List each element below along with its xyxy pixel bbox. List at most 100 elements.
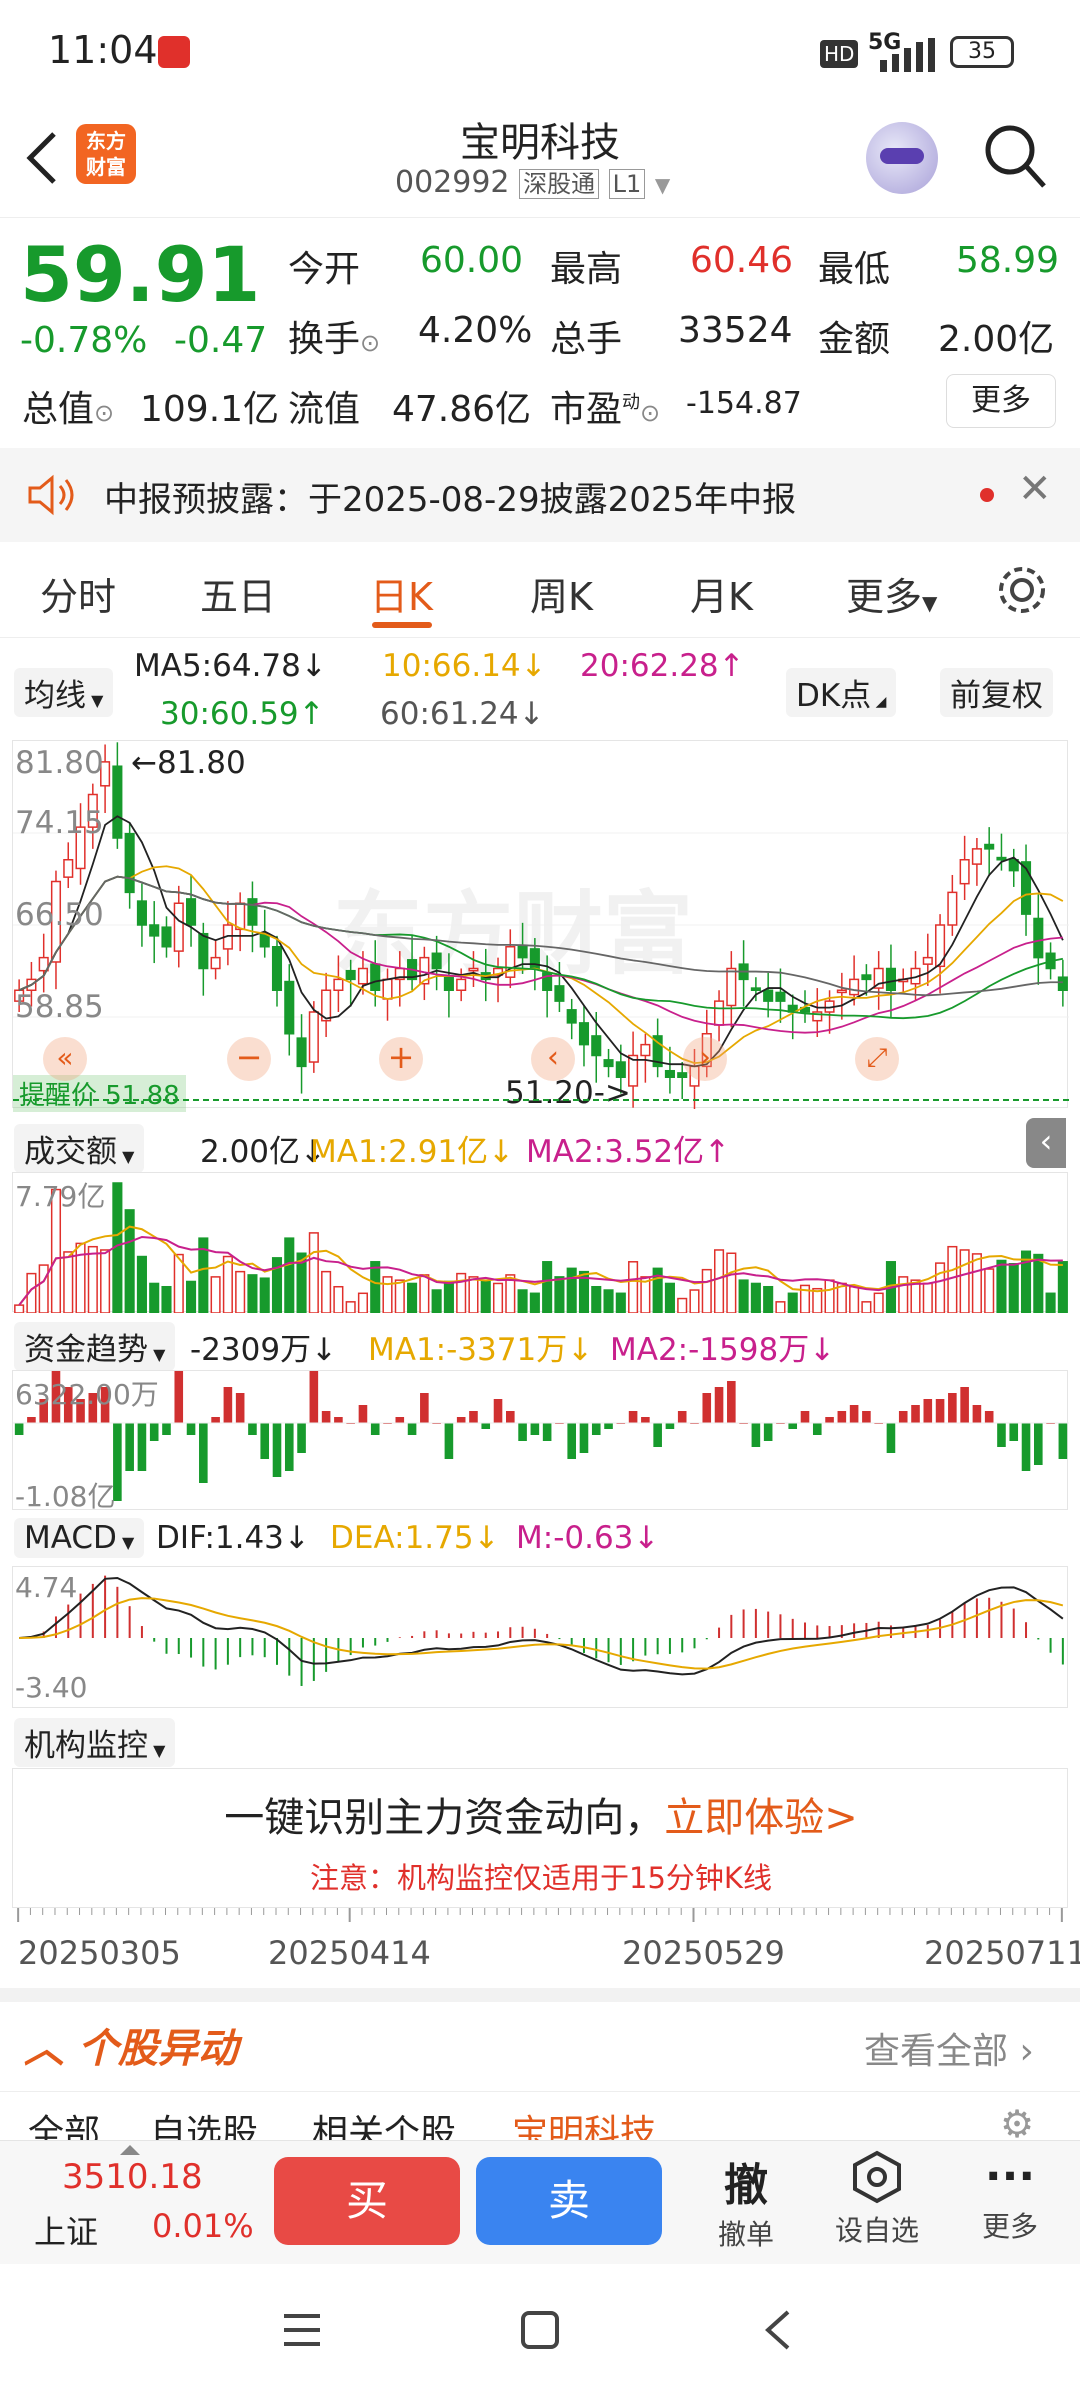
fund-ma1: MA1:-3371万↓ xyxy=(368,1332,594,1368)
volume-bar xyxy=(235,1270,246,1313)
close-icon[interactable]: ✕ xyxy=(1018,466,1052,512)
candle-body xyxy=(296,1037,307,1068)
fullscreen-icon[interactable]: ⤢ xyxy=(855,1037,899,1081)
macd-selector-label: MACD xyxy=(24,1520,117,1556)
candle-body xyxy=(382,978,393,1000)
kline-chart[interactable]: 东方财富 81.80 74.15 66.50 58.85 ←81.80 51.2… xyxy=(12,740,1069,1112)
candle-body xyxy=(677,1072,688,1078)
low-value: 58.99 xyxy=(956,240,1060,281)
tab-monthly[interactable]: 月K xyxy=(690,566,753,621)
robot-assistant-icon[interactable] xyxy=(866,122,938,194)
movers-title-text: 个股异动 xyxy=(77,2026,238,2072)
indicator-selector[interactable]: 均线 ▼ xyxy=(14,668,114,717)
mktcap-label[interactable]: 总值⊙ xyxy=(22,380,114,432)
fund-bar xyxy=(763,1423,773,1441)
movers-tab-all[interactable]: 全部 xyxy=(28,2104,100,2140)
tab-five-day[interactable]: 五日 xyxy=(200,566,276,621)
institution-selector[interactable]: 机构监控 ▼ xyxy=(14,1718,176,1767)
sell-button[interactable]: 卖 xyxy=(476,2157,662,2245)
fund-bar xyxy=(923,1399,933,1423)
fund-ma2: MA2:-1598万↓ xyxy=(610,1332,836,1368)
expand-caret-icon[interactable] xyxy=(120,2145,140,2155)
volume-bar xyxy=(308,1232,319,1313)
notice-bar[interactable]: 中报预披露：于2025-08-29披露2025年中报 ✕ xyxy=(0,448,1080,542)
volume-chart[interactable]: 7.79亿 xyxy=(12,1172,1068,1313)
more-button[interactable]: ··· 更多 xyxy=(960,2149,1060,2245)
fund-selector[interactable]: 资金趋势 ▼ xyxy=(14,1322,176,1371)
scroll-left-icon[interactable]: ‹ xyxy=(531,1037,575,1081)
add-watchlist-button[interactable]: 设自选 xyxy=(822,2149,932,2249)
caret-down-icon: ▼ xyxy=(116,1533,135,1552)
volume-bar xyxy=(100,1249,111,1313)
scroll-left-fast-icon[interactable]: « xyxy=(43,1037,87,1081)
collapse-panel-button[interactable]: ‹ xyxy=(1026,1118,1066,1168)
home-icon[interactable] xyxy=(520,2310,560,2350)
adjust-button[interactable]: 前复权 xyxy=(940,668,1053,717)
fund-bar xyxy=(137,1423,147,1471)
candle-body xyxy=(959,859,970,885)
candle-body xyxy=(554,985,565,1002)
fund-bar xyxy=(125,1423,134,1471)
buy-button[interactable]: 买 xyxy=(274,2157,460,2245)
period-tabs: 分时 五日 日K 周K 月K 更多▼ xyxy=(0,542,1080,638)
alert-price-label[interactable]: 提醒价 51.88 xyxy=(13,1075,186,1112)
index-value[interactable]: 3510.18 xyxy=(62,2157,203,2197)
zoom-in-icon[interactable]: + xyxy=(379,1037,423,1081)
settings-icon[interactable]: ⚙ xyxy=(1000,2102,1034,2140)
candle-body xyxy=(431,952,442,970)
stock-code-row[interactable]: 002992 深股通 L1 ▼ xyxy=(395,164,670,200)
open-label: 今开 xyxy=(288,249,361,290)
cancel-order-button[interactable]: 撤 撤单 xyxy=(700,2149,792,2253)
candle-body xyxy=(443,976,454,991)
menu-icon[interactable] xyxy=(282,2310,322,2350)
volume-bar xyxy=(517,1289,528,1313)
volume-bar xyxy=(419,1274,430,1313)
fund-bar xyxy=(481,1423,491,1429)
turnover-label[interactable]: 换手⊙ xyxy=(288,310,380,362)
macd-selector[interactable]: MACD ▼ xyxy=(14,1518,145,1558)
volume-bar xyxy=(38,1264,49,1313)
fund-bar xyxy=(395,1417,405,1423)
fund-bar xyxy=(370,1423,380,1435)
volume-selector[interactable]: 成交额 ▼ xyxy=(14,1124,145,1173)
fund-bar xyxy=(812,1423,822,1435)
fund-bar xyxy=(604,1423,613,1429)
tab-more[interactable]: 更多▼ xyxy=(846,566,937,621)
search-icon[interactable] xyxy=(982,122,1048,192)
volume-bar xyxy=(996,1259,1007,1313)
fund-chart[interactable]: 6322.00万 -1.08亿 xyxy=(12,1370,1069,1513)
volume-bar xyxy=(1008,1263,1019,1313)
volume-bar xyxy=(603,1289,614,1313)
dk-point-button[interactable]: DK点 ◢ xyxy=(786,668,897,717)
info-icon: ⊙ xyxy=(94,399,115,427)
fund-bar xyxy=(960,1387,969,1423)
tab-weekly[interactable]: 周K xyxy=(530,566,593,621)
tab-intraday[interactable]: 分时 xyxy=(40,566,116,621)
zoom-out-icon[interactable]: − xyxy=(227,1037,271,1081)
fund-bar xyxy=(1034,1423,1043,1465)
volume-bar xyxy=(185,1280,197,1313)
view-all-link[interactable]: 查看全部 › xyxy=(864,2022,1034,2074)
macd-chart[interactable]: 4.74 -3.40 xyxy=(12,1566,1068,1708)
movers-tab-related[interactable]: 相关个股 xyxy=(312,2104,456,2140)
settings-icon[interactable] xyxy=(996,564,1048,616)
try-now-link[interactable]: 立即体验> xyxy=(664,1795,858,1841)
volume-bar xyxy=(63,1251,74,1313)
movers-tab-watchlist[interactable]: 自选股 xyxy=(150,2104,258,2140)
back-icon[interactable] xyxy=(758,2308,798,2352)
institution-promo[interactable]: 一键识别主力资金动向，立即体验> 注意：机构监控仅适用于15分钟K线 xyxy=(12,1768,1068,1908)
pe-label[interactable]: 市盈动⊙ xyxy=(550,380,660,432)
date-label-4: 20250711 xyxy=(924,1934,1080,1972)
tab-daily[interactable]: 日K xyxy=(370,566,433,621)
movers-tab-stock[interactable]: 宝明科技 xyxy=(512,2104,656,2140)
high-value: 60.46 xyxy=(690,240,794,281)
candle-body xyxy=(308,1011,319,1063)
scroll-right-icon[interactable]: › xyxy=(683,1037,727,1081)
candle-body xyxy=(161,926,172,948)
candle-body xyxy=(149,924,160,937)
open-value: 60.00 xyxy=(420,240,524,281)
more-quote-button[interactable]: 更多 xyxy=(946,374,1056,428)
volume-bar xyxy=(824,1279,835,1313)
volume-bar xyxy=(677,1297,688,1313)
candle-body xyxy=(603,1059,614,1068)
